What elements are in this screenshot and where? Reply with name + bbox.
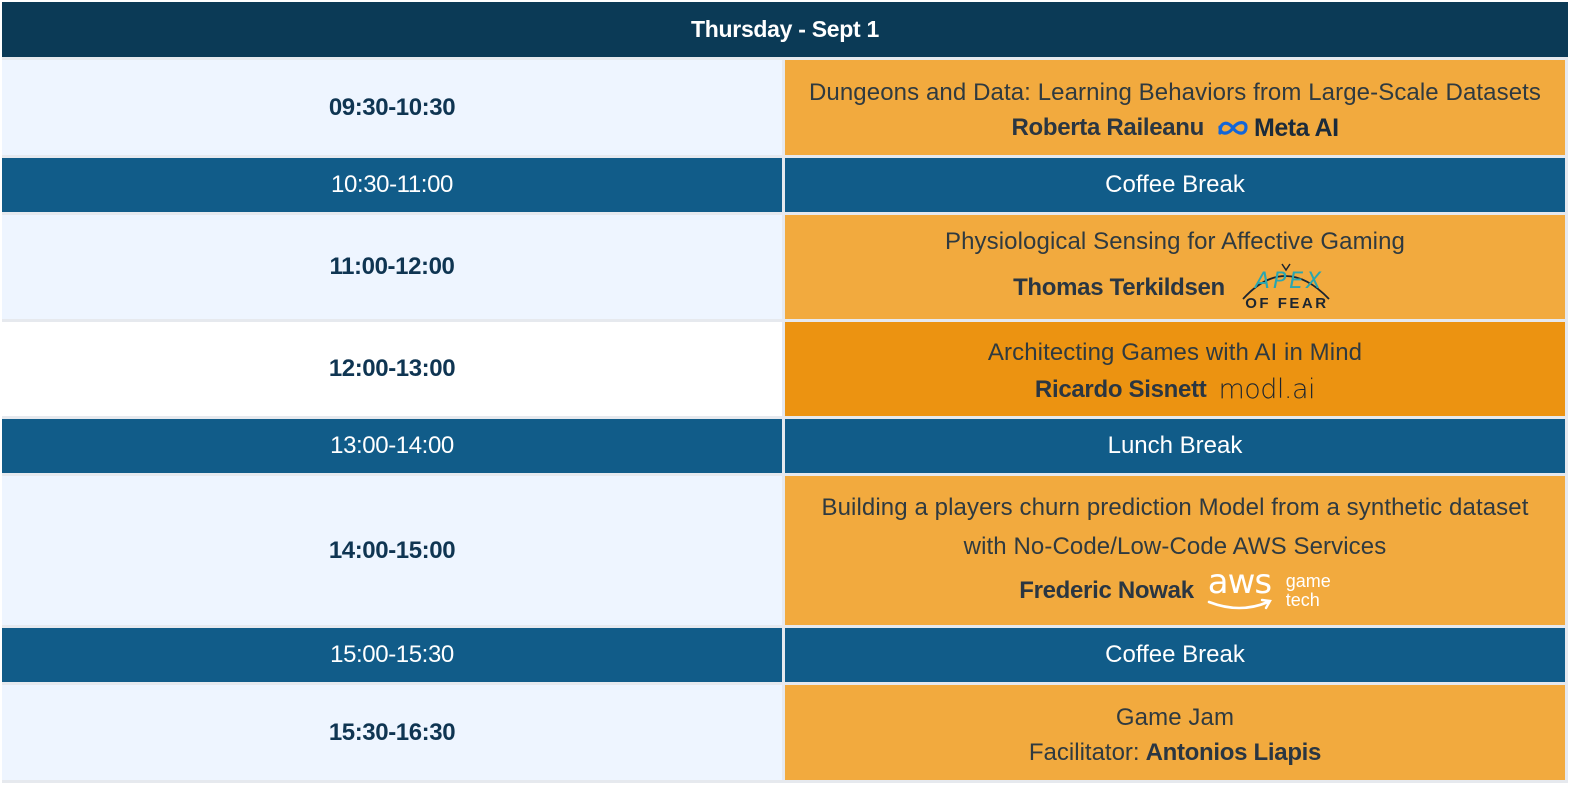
break-label: Coffee Break bbox=[1105, 171, 1245, 198]
break-label: Lunch Break bbox=[1107, 432, 1243, 459]
day-header: Thursday - Sept 1 bbox=[2, 2, 1568, 57]
schedule-row: 14:00-15:00 Building a players churn pre… bbox=[2, 476, 1568, 625]
talk-cell: Building a players churn prediction Mode… bbox=[785, 476, 1565, 625]
speaker-name: Frederic Nowak bbox=[1019, 576, 1194, 604]
talk-title: Game Jam bbox=[1115, 704, 1235, 731]
time-label: 15:00-15:30 bbox=[330, 641, 454, 668]
schedule-row: 09:30-10:30 Dungeons and Data: Learning … bbox=[2, 60, 1568, 155]
aws-text: aws bbox=[1207, 561, 1272, 602]
time-label: 15:30-16:30 bbox=[328, 718, 456, 746]
time-cell: 13:00-14:00 bbox=[2, 419, 782, 473]
aws-smile-icon bbox=[1207, 598, 1272, 609]
schedule-row: 11:00-12:00 Physiological Sensing for Af… bbox=[2, 215, 1568, 319]
schedule-table: Thursday - Sept 1 09:30-10:30 Dungeons a… bbox=[2, 2, 1568, 783]
meta-infinity-icon bbox=[1218, 121, 1248, 135]
time-label: 10:30-11:00 bbox=[331, 171, 453, 198]
talk-title-line2: with No-Code/Low-Code AWS Services bbox=[963, 532, 1387, 560]
schedule-row: 12:00-13:00 Architecting Games with AI i… bbox=[2, 322, 1568, 416]
time-cell: 09:30-10:30 bbox=[2, 60, 782, 155]
time-label: 12:00-13:00 bbox=[328, 355, 456, 382]
break-label: Coffee Break bbox=[1105, 641, 1245, 668]
day-title: Thursday - Sept 1 bbox=[691, 16, 879, 42]
talk-title-line1: Building a players churn prediction Mode… bbox=[821, 493, 1529, 521]
time-cell: 15:00-15:30 bbox=[2, 628, 782, 682]
break-cell: Coffee Break bbox=[785, 158, 1565, 212]
time-cell: 14:00-15:00 bbox=[2, 476, 782, 625]
talk-title: Architecting Games with AI in Mind bbox=[987, 339, 1363, 366]
time-label: 13:00-14:00 bbox=[330, 432, 454, 459]
time-label: 11:00-12:00 bbox=[329, 253, 455, 280]
schedule-row-break: 13:00-14:00 Lunch Break bbox=[2, 419, 1568, 473]
speaker-name: Ricardo Sisnett bbox=[1034, 375, 1207, 403]
time-cell: 11:00-12:00 bbox=[2, 215, 782, 319]
apex-text: APEX bbox=[1254, 268, 1325, 294]
aws-gametech-logo: aws game tech bbox=[1206, 562, 1331, 614]
time-label: 09:30-10:30 bbox=[328, 93, 456, 121]
break-cell: Coffee Break bbox=[785, 628, 1565, 682]
speaker-name: Antonios Liapis bbox=[1145, 739, 1322, 766]
game-text: game bbox=[1285, 570, 1331, 591]
modl-ai-logo: modl.ai bbox=[1218, 374, 1316, 405]
schedule-row-break: 15:00-15:30 Coffee Break bbox=[2, 628, 1568, 682]
of-fear-text: OF FEAR bbox=[1245, 294, 1329, 312]
time-cell: 12:00-13:00 bbox=[2, 322, 782, 416]
talk-cell: Game Jam Facilitator: Antonios Liapis bbox=[785, 685, 1565, 780]
talk-title: Dungeons and Data: Learning Behaviors fr… bbox=[808, 78, 1542, 106]
break-cell: Lunch Break bbox=[785, 419, 1565, 473]
schedule-row-break: 10:30-11:00 Coffee Break bbox=[2, 158, 1568, 212]
speaker-name: Roberta Raileanu bbox=[1011, 114, 1205, 141]
facilitator-label: Facilitator: bbox=[1028, 739, 1140, 766]
talk-cell: Dungeons and Data: Learning Behaviors fr… bbox=[785, 60, 1565, 155]
meta-ai-logo: Meta AI bbox=[1216, 113, 1339, 143]
talk-cell: Architecting Games with AI in Mind Ricar… bbox=[785, 322, 1565, 416]
talk-title: Physiological Sensing for Affective Gami… bbox=[944, 227, 1405, 255]
apex-of-fear-logo: APEX OF FEAR bbox=[1237, 263, 1337, 313]
meta-ai-logo-text: Meta AI bbox=[1254, 113, 1339, 142]
tech-text: tech bbox=[1285, 589, 1320, 610]
speaker-name: Thomas Terkildsen bbox=[1013, 273, 1225, 301]
time-cell: 15:30-16:30 bbox=[2, 685, 782, 780]
talk-cell: Physiological Sensing for Affective Gami… bbox=[785, 215, 1565, 319]
schedule-row: 15:30-16:30 Game Jam Facilitator: Antoni… bbox=[2, 685, 1568, 780]
time-label: 14:00-15:00 bbox=[328, 536, 456, 564]
time-cell: 10:30-11:00 bbox=[2, 158, 782, 212]
